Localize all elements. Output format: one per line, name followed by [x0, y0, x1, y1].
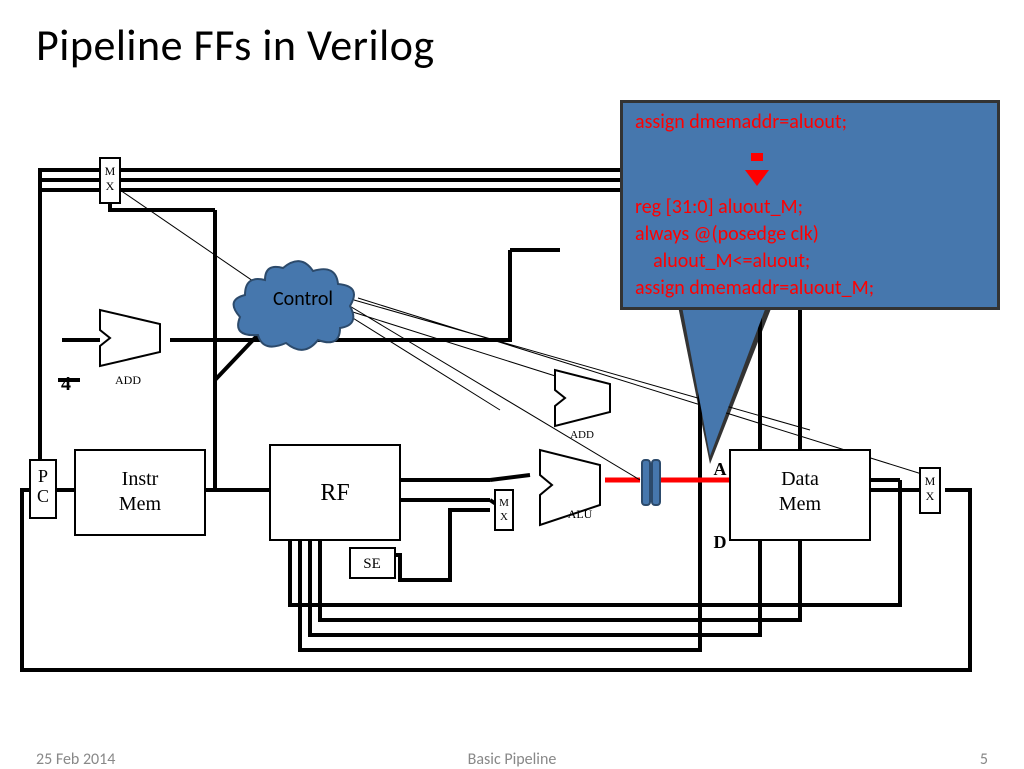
control-cloud: Control — [234, 261, 354, 350]
footer-center: Basic Pipeline — [0, 750, 1024, 769]
footer-page: 5 — [980, 750, 988, 769]
add1-label: ADD — [115, 373, 141, 387]
code-l4: aluout_M<=aluout; — [635, 248, 985, 275]
rf-label: RF — [320, 480, 349, 506]
code-l5: assign dmemaddr=aluout_M; — [635, 275, 985, 302]
svg-text:X: X — [500, 511, 508, 523]
control-label: Control — [273, 287, 333, 311]
svg-text:M: M — [925, 474, 936, 488]
svg-text:Mem: Mem — [779, 493, 822, 515]
instr-mem-label: Instr — [122, 468, 159, 490]
add2-label: ADD — [570, 429, 594, 441]
svg-text:C: C — [37, 486, 49, 506]
svg-text:X: X — [926, 489, 935, 503]
alu-label: ALU — [568, 507, 593, 521]
code-l1: assign dmemaddr=aluout; — [635, 109, 985, 136]
svg-text:M: M — [105, 164, 116, 178]
code-callout: assign dmemaddr=aluout; reg [31:0] aluou… — [620, 100, 1000, 310]
pc-label: P — [38, 466, 48, 486]
d-label: D — [714, 532, 727, 552]
four-label: 4 — [61, 373, 71, 395]
data-mem-label: Data — [781, 468, 819, 490]
arrow-down-icon — [745, 170, 769, 186]
se-label: SE — [363, 556, 381, 572]
a-label: A — [714, 459, 727, 479]
code-l2: reg [31:0] aluout_M; — [635, 194, 985, 221]
svg-text:Mem: Mem — [119, 493, 162, 515]
code-l3: always @(posedge clk) — [635, 221, 985, 248]
svg-text:X: X — [106, 179, 115, 193]
svg-text:M: M — [499, 497, 509, 509]
slide-title: Pipeline FFs in Verilog — [0, 0, 1024, 72]
